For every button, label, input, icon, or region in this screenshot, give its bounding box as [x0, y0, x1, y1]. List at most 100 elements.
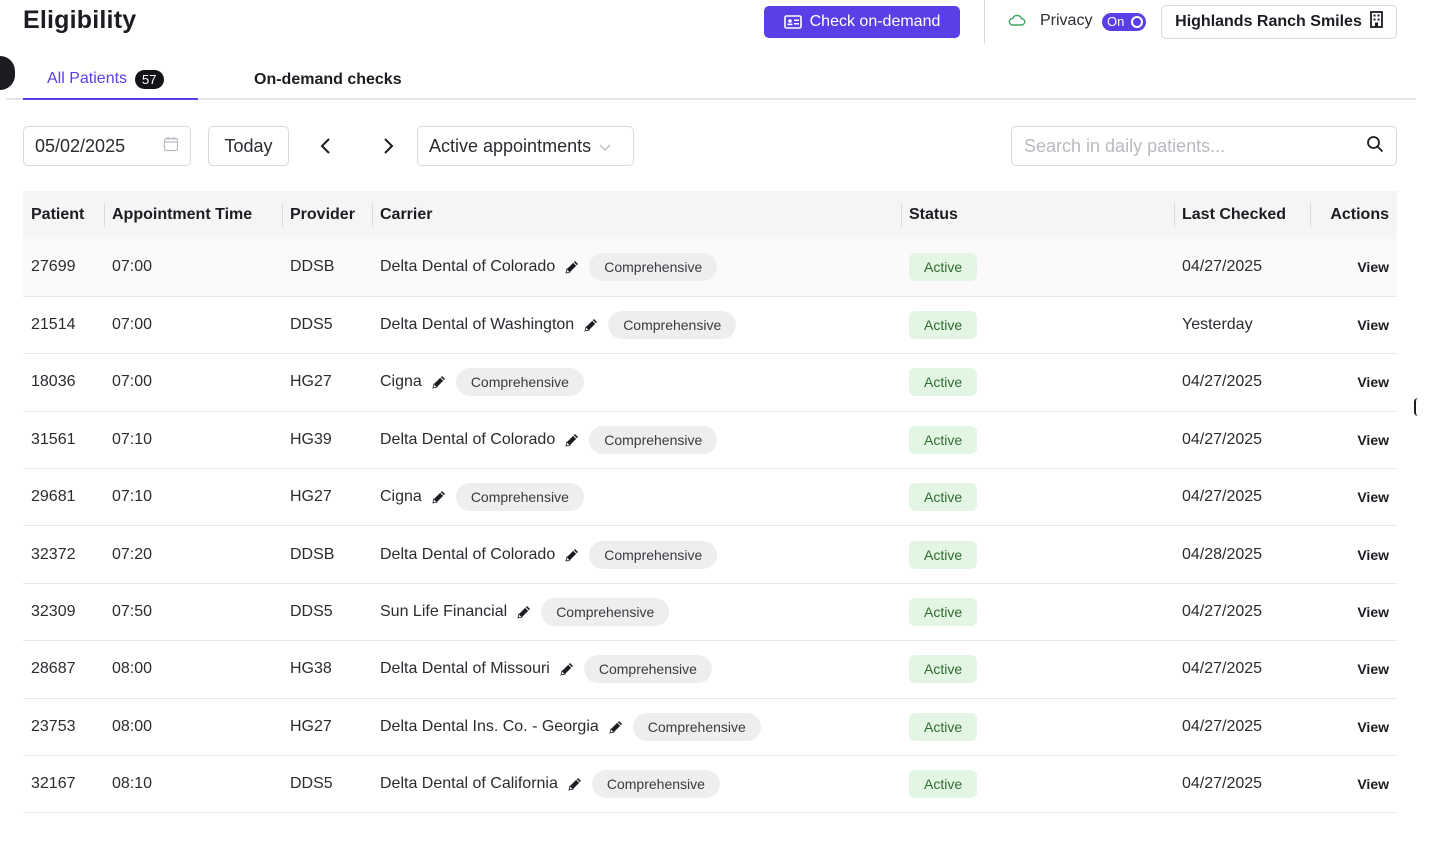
plan-badge: Comprehensive	[583, 655, 712, 684]
table-row[interactable]: 29681 07:10 HG27 Cigna Comprehensive Act…	[23, 469, 1397, 526]
carrier-name: Delta Dental Ins. Co. - Georgia	[380, 717, 599, 735]
appointment-filter-select[interactable]: Active appointments	[417, 126, 634, 166]
status-cell: Active	[901, 583, 1174, 640]
column-header-patient[interactable]: Patient	[23, 191, 104, 239]
view-button[interactable]: View	[1357, 489, 1389, 505]
pencil-icon[interactable]	[515, 603, 533, 621]
view-button[interactable]: View	[1357, 604, 1389, 620]
appointment-time: 08:00	[112, 660, 153, 678]
patient-id[interactable]: 32309	[23, 583, 104, 640]
carrier-cell: Delta Dental of Colorado Comprehensive	[372, 411, 901, 468]
pencil-icon[interactable]	[566, 775, 584, 793]
carrier-name: Cigna	[380, 373, 422, 391]
patient-id[interactable]: 32167	[23, 756, 104, 813]
view-button[interactable]: View	[1357, 776, 1389, 792]
table-row[interactable]: 18036 07:00 HG27 Cigna Comprehensive Act…	[23, 354, 1397, 412]
status-cell: Active	[901, 698, 1174, 755]
toggle-knob	[1131, 16, 1143, 28]
tab-on-demand-label: On-demand checks	[254, 71, 402, 88]
table-row[interactable]: 23753 08:00 HG27 Delta Dental Ins. Co. -…	[23, 698, 1397, 756]
today-button[interactable]: Today	[208, 126, 289, 166]
carrier-name: Delta Dental of California	[380, 775, 558, 793]
column-header-provider[interactable]: Provider	[282, 191, 372, 239]
patient-id[interactable]: 32372	[23, 526, 104, 583]
column-header-status[interactable]: Status	[901, 191, 1174, 239]
table-row[interactable]: 21514 07:00 DDS5 Delta Dental of Washing…	[23, 296, 1397, 354]
actions-cell: View	[1310, 354, 1397, 411]
building-icon	[1369, 11, 1383, 33]
plan-badge: Comprehensive	[589, 425, 718, 454]
appointment-time: 07:10	[112, 430, 153, 448]
column-header-appointment-time[interactable]: Appointment Time	[104, 191, 282, 239]
patient-id[interactable]: 21514	[23, 296, 104, 353]
view-button[interactable]: View	[1357, 719, 1389, 735]
table-row[interactable]: 32309 07:50 DDS5 Sun Life Financial Comp…	[23, 583, 1397, 641]
appointment-time: 07:00	[112, 316, 153, 334]
table-row[interactable]: 27699 07:00 DDSB Delta Dental of Colorad…	[23, 239, 1397, 297]
column-header-last-checked[interactable]: Last Checked	[1174, 191, 1310, 239]
patient-id[interactable]: 27699	[23, 239, 104, 296]
patient-id[interactable]: 29681	[23, 469, 104, 526]
patient-id[interactable]: 18036	[23, 354, 104, 411]
actions-cell: View	[1310, 583, 1397, 640]
pencil-icon[interactable]	[563, 546, 581, 564]
privacy-toggle[interactable]: On	[1102, 13, 1146, 31]
plan-badge: Comprehensive	[455, 483, 584, 512]
carrier-group: Cigna Comprehensive	[380, 483, 901, 512]
carrier-group: Delta Dental of Washington Comprehensive	[380, 311, 901, 340]
last-checked: 04/27/2025	[1182, 603, 1263, 621]
search-field[interactable]	[1011, 126, 1397, 166]
search-input[interactable]	[1024, 135, 1366, 157]
actions-cell: View	[1310, 469, 1397, 526]
pencil-icon[interactable]	[430, 488, 448, 506]
date-value: 05/02/2025	[35, 135, 126, 156]
appointment-time: 07:00	[112, 373, 153, 391]
appointment-time: 07:10	[112, 488, 153, 506]
office-selector-button[interactable]: Highlands Ranch Smiles	[1161, 5, 1397, 39]
pencil-icon[interactable]	[607, 718, 625, 736]
patient-id[interactable]: 28687	[23, 641, 104, 698]
chevron-left-icon[interactable]	[316, 136, 336, 156]
carrier-cell: Cigna Comprehensive	[372, 469, 901, 526]
scroll-handle[interactable]	[1414, 398, 1418, 416]
carrier-group: Delta Dental of California Comprehensive	[380, 770, 901, 799]
provider-code: DDS5	[290, 603, 333, 621]
date-picker[interactable]: 05/02/2025	[23, 126, 191, 166]
table-row[interactable]: 28687 08:00 HG38 Delta Dental of Missour…	[23, 641, 1397, 699]
provider-code: HG27	[290, 717, 332, 735]
view-button[interactable]: View	[1357, 259, 1389, 275]
search-icon[interactable]	[1366, 135, 1384, 158]
actions-cell: View	[1310, 239, 1397, 296]
pencil-icon[interactable]	[430, 373, 448, 391]
privacy-label: Privacy	[1040, 12, 1093, 29]
check-on-demand-label: Check on-demand	[809, 13, 941, 30]
last-checked: 04/27/2025	[1182, 717, 1263, 735]
pencil-icon[interactable]	[558, 660, 576, 678]
table-row[interactable]: 32372 07:20 DDSB Delta Dental of Colorad…	[23, 526, 1397, 584]
view-button[interactable]: View	[1357, 374, 1389, 390]
appointment-filter-value: Active appointments	[429, 135, 592, 156]
pencil-icon[interactable]	[563, 258, 581, 276]
carrier-name: Delta Dental of Missouri	[380, 660, 550, 678]
plan-badge: Comprehensive	[632, 712, 761, 741]
check-on-demand-button[interactable]: Check on-demand	[764, 6, 960, 38]
tab-all-patients[interactable]: All Patients 57	[23, 60, 198, 100]
status-badge: Active	[909, 425, 978, 454]
view-button[interactable]: View	[1357, 661, 1389, 677]
chevron-right-icon[interactable]	[378, 136, 398, 156]
column-header-carrier[interactable]: Carrier	[372, 191, 901, 239]
pencil-icon[interactable]	[563, 431, 581, 449]
table-row[interactable]: 31561 07:10 HG39 Delta Dental of Colorad…	[23, 411, 1397, 469]
tab-on-demand-checks[interactable]: On-demand checks	[254, 60, 402, 100]
table-row[interactable]: 32167 08:10 DDS5 Delta Dental of Califor…	[23, 756, 1397, 813]
appointment-time: 08:00	[112, 717, 153, 735]
last-checked: 04/27/2025	[1182, 430, 1263, 448]
view-button[interactable]: View	[1357, 432, 1389, 448]
view-button[interactable]: View	[1357, 317, 1389, 333]
pencil-icon[interactable]	[582, 316, 600, 334]
view-button[interactable]: View	[1357, 547, 1389, 563]
plan-badge: Comprehensive	[455, 368, 584, 397]
patient-id[interactable]: 23753	[23, 698, 104, 755]
patient-id[interactable]: 31561	[23, 411, 104, 468]
carrier-cell: Sun Life Financial Comprehensive	[372, 583, 901, 640]
